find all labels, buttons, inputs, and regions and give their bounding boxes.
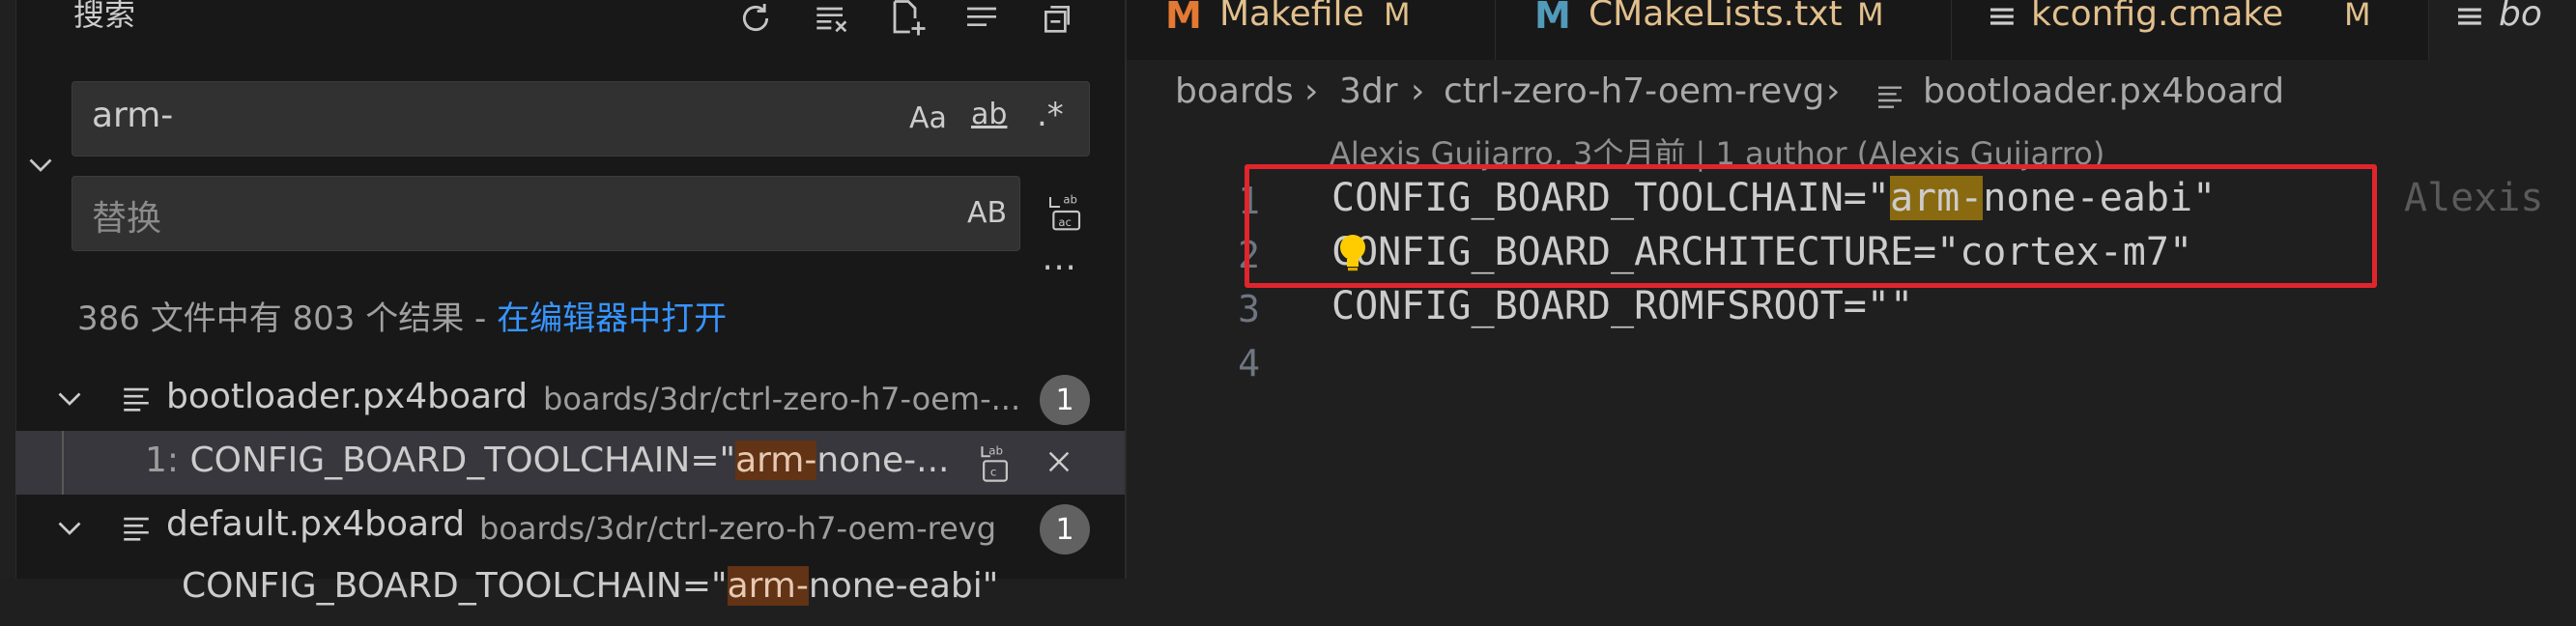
tab-cmakelists[interactable]: M CMakeLists.txt M	[1496, 0, 1952, 60]
cmake-icon: M	[1534, 0, 1571, 37]
match-result-row[interactable]: 1: CONFIG_BOARD_TOOLCHAIN="arm-none-... …	[15, 431, 1125, 495]
breadcrumb-boards[interactable]: boards	[1175, 71, 1294, 111]
file-lines-icon	[1875, 81, 1905, 116]
svg-text:ac: ac	[1058, 215, 1072, 229]
file-result-row[interactable]: bootloader.px4board boards/3dr/ctrl-zero…	[15, 367, 1125, 431]
match-whole-word-icon[interactable]: ab	[971, 98, 1007, 131]
file-path: boards/3dr/ctrl-zero-h7-oem-revg	[479, 510, 997, 547]
file-name: default.px4board	[166, 504, 466, 544]
file-result-row[interactable]: default.px4board boards/3dr/ctrl-zero-h7…	[15, 497, 1125, 560]
toggle-replace-chevron-icon[interactable]	[23, 147, 62, 185]
match-prefix: CONFIG_BOARD_TOOLCHAIN="	[182, 566, 728, 606]
breadcrumb-board-folder[interactable]: ctrl-zero-h7-oem-revg	[1444, 71, 1824, 111]
sidebar-title: 搜索	[73, 0, 136, 33]
match-count-badge: 1	[1040, 504, 1090, 555]
file-path: boards/3dr/ctrl-zero-h7-oem-...	[543, 381, 1021, 417]
makefile-icon: M	[1165, 0, 1202, 37]
modified-indicator: M	[2344, 0, 2371, 33]
match-case-icon[interactable]: Aa	[909, 101, 947, 135]
code-text: CONFIG_BOARD_ROMFSROOT=""	[1331, 284, 1914, 328]
tab-label: bo	[2499, 0, 2542, 34]
match-line-number: 1:	[145, 441, 180, 480]
dismiss-close-icon[interactable]	[1040, 442, 1078, 481]
svg-text:c: c	[990, 466, 997, 479]
file-lines-icon: ≡	[2454, 0, 2485, 37]
annotation-highlight-box	[1245, 164, 2377, 288]
activity-bar-edge	[0, 0, 16, 579]
replace-input[interactable]: 替换 AB	[72, 176, 1020, 251]
file-lines-icon	[120, 512, 153, 549]
collapse-all-icon[interactable]	[1032, 0, 1082, 43]
chevron-down-icon[interactable]	[52, 510, 87, 553]
breadcrumb-file[interactable]: bootloader.px4board	[1923, 71, 2284, 111]
editor-tab-bar: M Makefile M M CMakeLists.txt M ≡ kconfi…	[1127, 0, 2576, 60]
match-highlight: arm-	[735, 441, 817, 480]
search-input-value[interactable]: arm-	[92, 96, 173, 135]
new-search-editor-icon[interactable]	[883, 0, 933, 43]
results-summary: 386 文件中有 803 个结果 - 在编辑器中打开	[77, 292, 727, 339]
breadcrumb-3dr[interactable]: 3dr	[1339, 71, 1398, 111]
svg-text:ab: ab	[988, 444, 1003, 458]
match-prefix: CONFIG_BOARD_TOOLCHAIN="	[189, 441, 736, 480]
replace-all-icon[interactable]: ab ac	[1044, 189, 1086, 234]
file-name: bootloader.px4board	[166, 377, 529, 416]
chevron-right-icon: ›	[1411, 71, 1425, 111]
tab-label: Makefile	[1219, 0, 1364, 34]
replace-icon[interactable]: ab c	[976, 441, 1015, 485]
line-number: 3	[1238, 288, 1260, 330]
file-lines-icon: ≡	[1987, 0, 2018, 37]
chevron-right-icon: ›	[1304, 71, 1319, 111]
tab-bootloader-active[interactable]: ≡ bo	[2429, 0, 2576, 60]
modified-indicator: M	[1384, 0, 1411, 33]
open-in-editor-link[interactable]: 在编辑器中打开	[497, 299, 727, 338]
match-text: 1: CONFIG_BOARD_TOOLCHAIN="arm-none-...	[145, 441, 950, 480]
match-text: CONFIG_BOARD_TOOLCHAIN="arm-none-eabi"	[182, 566, 998, 606]
tab-kconfig-cmake[interactable]: ≡ kconfig.cmake M	[1952, 0, 2429, 60]
file-lines-icon	[120, 383, 153, 419]
clear-results-icon[interactable]	[808, 0, 858, 43]
search-input[interactable]: arm- Aa ab .*	[72, 81, 1090, 156]
modified-indicator: M	[1857, 0, 1884, 33]
refresh-icon[interactable]	[730, 0, 781, 43]
match-result-row[interactable]: CONFIG_BOARD_TOOLCHAIN="arm-none-eabi"	[15, 562, 1125, 626]
match-suffix: none-eabi"	[808, 566, 999, 606]
replace-input-placeholder[interactable]: 替换	[92, 190, 161, 241]
tab-label: kconfig.cmake	[2031, 0, 2284, 34]
sash-divider[interactable]	[1125, 0, 1127, 579]
use-regex-icon[interactable]: .*	[1037, 96, 1064, 134]
chevron-right-icon: ›	[1826, 71, 1841, 111]
preserve-case-icon[interactable]: AB	[967, 196, 1007, 230]
match-count-badge: 1	[1040, 375, 1090, 425]
tab-makefile[interactable]: M Makefile M	[1127, 0, 1496, 60]
line-number: 4	[1238, 342, 1260, 384]
code-line[interactable]: CONFIG_BOARD_ROMFSROOT=""	[1331, 284, 1913, 328]
tab-label: CMakeLists.txt	[1589, 0, 1843, 34]
chevron-down-icon[interactable]	[52, 381, 87, 423]
inline-blame: Alexis	[2404, 176, 2544, 220]
more-options-icon[interactable]: ⋯	[1042, 247, 1076, 287]
svg-text:ab: ab	[1063, 193, 1077, 207]
tree-indent-guide	[62, 431, 64, 495]
view-as-list-icon[interactable]	[957, 0, 1007, 43]
results-count-text: 386 文件中有 803 个结果 -	[77, 299, 498, 338]
match-highlight: arm-	[727, 566, 809, 606]
match-suffix: none-...	[816, 441, 950, 480]
